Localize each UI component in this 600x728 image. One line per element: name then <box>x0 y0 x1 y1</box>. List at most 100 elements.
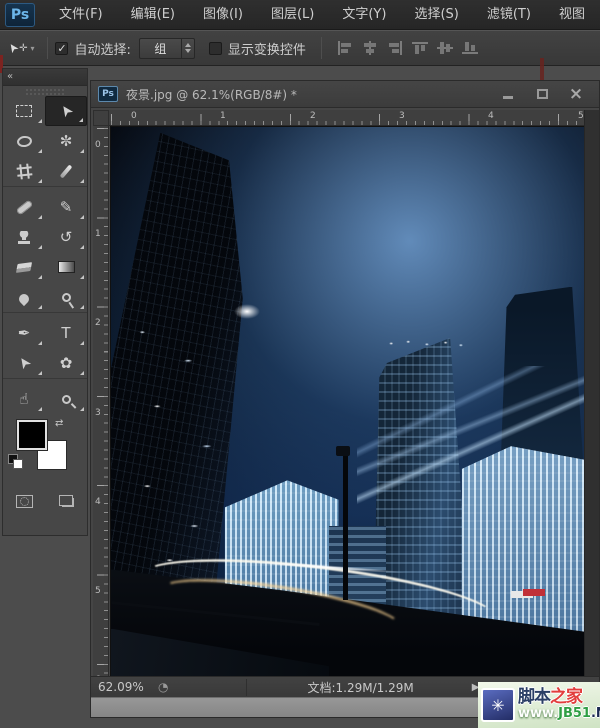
ruler-label: 4 <box>488 111 494 121</box>
site-name-suffix: 之家 <box>550 687 582 707</box>
tool-history-brush[interactable]: ↺ <box>45 222 87 252</box>
tool-preset-button[interactable]: ➤ ✛ ▾ <box>8 41 34 55</box>
eraser-icon <box>16 262 32 273</box>
ruler-label: 2 <box>95 318 101 328</box>
light-glow <box>234 304 260 319</box>
blur-icon <box>17 291 31 305</box>
document-window: Ps 夜景.jpg @ 62.1%(RGB/8#) * × 0 1 2 3 4 … <box>90 80 600 718</box>
tool-eyedropper[interactable] <box>45 156 87 186</box>
auto-select-checkbox[interactable]: ✓ <box>55 42 68 55</box>
close-button[interactable]: × <box>567 87 585 101</box>
tool-eraser[interactable] <box>3 252 45 282</box>
path-selection-icon: ➤ <box>13 353 35 374</box>
menu-view[interactable]: 视图 <box>545 0 599 30</box>
maximize-button[interactable] <box>533 87 551 101</box>
vertical-ruler[interactable]: 0 1 2 3 4 5 6 <box>93 126 109 698</box>
tool-brush[interactable]: ✎ <box>45 192 87 222</box>
tool-pen[interactable]: ✒ <box>3 318 45 348</box>
lasso-icon <box>16 135 32 148</box>
align-right-edges-icon[interactable] <box>387 41 403 55</box>
light-beams <box>357 366 585 526</box>
default-colors-icon[interactable] <box>8 454 22 468</box>
align-vertical-centers-icon[interactable] <box>437 41 453 55</box>
gradient-icon <box>58 261 75 273</box>
tool-zoom[interactable] <box>45 384 87 414</box>
street-lamp-pole <box>343 452 348 600</box>
tool-move[interactable]: ➤ <box>45 96 87 126</box>
street-lamp-head <box>336 446 350 456</box>
quick-mask-button[interactable] <box>16 495 33 508</box>
pen-icon: ✒ <box>18 324 31 342</box>
foreground-color-swatch[interactable] <box>17 420 47 450</box>
menu-filter[interactable]: 滤镜(T) <box>473 0 545 30</box>
ruler-label: 4 <box>95 497 101 507</box>
tools-panel: « ➤ ✼ ✎ ↺ ✒ T ➤ ✿ ☝ <box>2 68 88 536</box>
tool-spot-healing-brush[interactable] <box>3 192 45 222</box>
menu-image[interactable]: 图像(I) <box>189 0 257 30</box>
tool-lasso[interactable] <box>3 126 45 156</box>
options-bar: ➤ ✛ ▾ ✓ 自动选择: 组 显示变换控件 <box>0 30 600 66</box>
auto-select-label: 自动选择: <box>74 39 130 58</box>
collapse-panel-button[interactable]: « <box>7 71 11 82</box>
tool-gradient[interactable] <box>45 252 87 282</box>
tool-type[interactable]: T <box>45 318 87 348</box>
magic-wand-icon: ✼ <box>60 132 73 150</box>
clone-stamp-icon <box>17 231 31 244</box>
menu-type[interactable]: 文字(Y) <box>328 0 400 30</box>
ruler-label: 2 <box>310 111 316 121</box>
zoom-level-field[interactable]: 62.09% <box>98 680 150 694</box>
separator <box>321 37 322 59</box>
jb51-watermark: ✳ 脚本之家 www.JB51.Net <box>478 682 600 728</box>
hand-icon: ☝ <box>19 390 28 408</box>
canvas-image[interactable] <box>111 127 585 697</box>
screen-mode-button[interactable] <box>62 498 74 507</box>
dropdown-value: 组 <box>140 40 181 57</box>
align-bottom-edges-icon[interactable] <box>462 41 478 55</box>
healing-brush-icon <box>15 199 33 215</box>
menu-select[interactable]: 选择(S) <box>400 0 472 30</box>
horizontal-ruler[interactable]: 0 1 2 3 4 5 <box>109 110 585 126</box>
url-site: JB51 <box>558 706 591 721</box>
photoshop-window: Ps 文件(F) 编辑(E) 图像(I) 图层(L) 文字(Y) 选择(S) 滤… <box>0 0 600 728</box>
vertical-scrollbar[interactable] <box>584 110 599 698</box>
tool-hand[interactable]: ☝ <box>3 384 45 414</box>
ruler-label: 1 <box>220 111 226 121</box>
align-horizontal-centers-icon[interactable] <box>362 41 378 55</box>
brush-icon: ✎ <box>60 198 73 216</box>
tool-dodge[interactable] <box>45 282 87 312</box>
tools-panel-header: « <box>3 69 87 86</box>
minimize-button[interactable] <box>499 87 517 101</box>
move-icon: ➤ <box>55 101 77 122</box>
menu-file[interactable]: 文件(F) <box>45 0 117 30</box>
align-left-edges-icon[interactable] <box>337 41 353 55</box>
menu-edit[interactable]: 编辑(E) <box>117 0 189 30</box>
marquee-icon <box>16 105 32 117</box>
window-controls: × <box>499 87 585 101</box>
file-type-icon: Ps <box>98 86 118 102</box>
document-tab-title[interactable]: 夜景.jpg @ 62.1%(RGB/8#) * <box>126 86 491 103</box>
tool-clone-stamp[interactable] <box>3 222 45 252</box>
ruler-label: 0 <box>131 111 137 121</box>
align-top-edges-icon[interactable] <box>412 41 428 55</box>
color-swatches: ⇄ <box>3 418 87 482</box>
tool-blur[interactable] <box>3 282 45 312</box>
tool-rectangular-marquee[interactable] <box>3 96 45 126</box>
show-transform-checkbox[interactable] <box>209 42 222 55</box>
ruler-label: 0 <box>95 140 101 150</box>
photoshop-app-icon: Ps <box>5 3 35 27</box>
eyedropper-icon <box>60 164 73 178</box>
swap-colors-icon[interactable]: ⇄ <box>55 418 63 429</box>
tool-crop[interactable] <box>3 156 45 186</box>
auto-select-scope-dropdown[interactable]: 组 <box>139 38 195 59</box>
panel-grip <box>25 88 65 96</box>
tool-magic-wand[interactable]: ✼ <box>45 126 87 156</box>
watermark-text: 脚本之家 www.JB51.Net <box>518 689 600 720</box>
tool-custom-shape[interactable]: ✿ <box>45 348 87 378</box>
chevron-down-icon: ▾ <box>30 44 34 53</box>
menu-layer[interactable]: 图层(L) <box>257 0 328 30</box>
ruler-corner <box>93 110 109 126</box>
tool-path-selection[interactable]: ➤ <box>3 348 45 378</box>
url-tld: .Net <box>591 706 600 721</box>
ruler-label: 3 <box>95 408 101 418</box>
building-sign <box>523 589 545 596</box>
